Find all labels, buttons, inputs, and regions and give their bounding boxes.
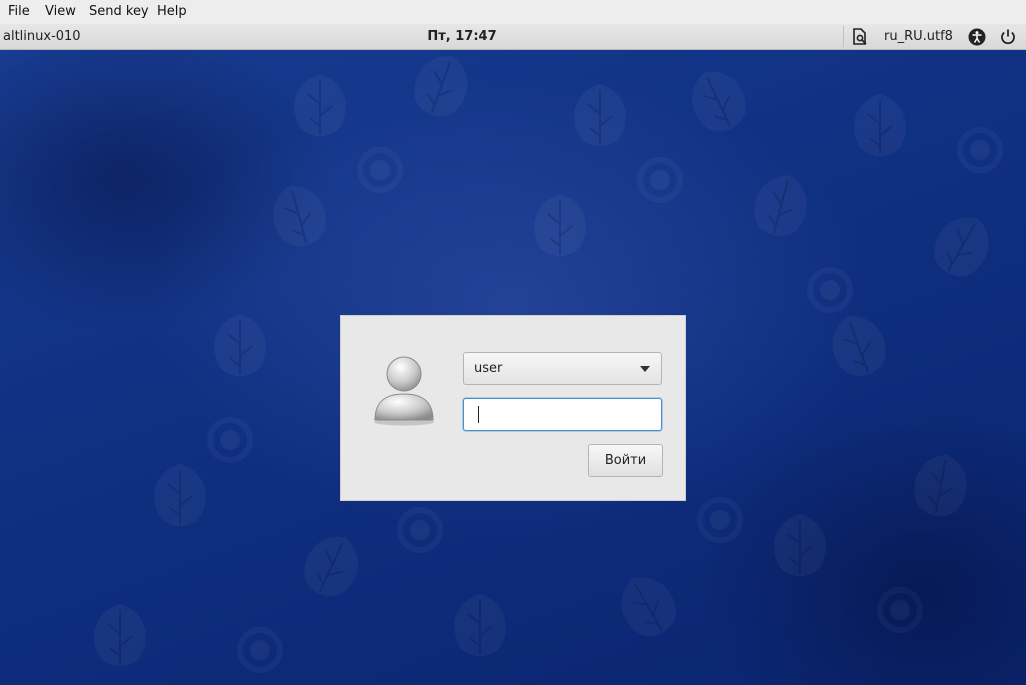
selected-user-label: user xyxy=(474,361,503,376)
desktop-background: user Войти xyxy=(0,50,1026,685)
accessibility-icon[interactable] xyxy=(968,28,986,46)
login-button[interactable]: Войти xyxy=(588,444,663,477)
tray-divider xyxy=(843,26,844,47)
locale-selector[interactable]: ru_RU.utf8 xyxy=(884,24,953,49)
clock-label[interactable]: Пт, 17:47 xyxy=(0,24,924,49)
top-panel: altlinux-010 Пт, 17:47 ru_RU.utf8 xyxy=(0,24,1026,50)
keyboard-layout-icon[interactable] xyxy=(851,28,869,46)
menu-bar: File View Send key Help xyxy=(0,0,1026,25)
menu-send-key[interactable]: Send key xyxy=(89,0,149,24)
power-icon[interactable] xyxy=(999,28,1017,46)
login-dialog: user Войти xyxy=(340,315,686,501)
menu-view[interactable]: View xyxy=(45,0,76,24)
user-select-dropdown[interactable]: user xyxy=(463,352,662,385)
menu-help[interactable]: Help xyxy=(157,0,187,24)
text-cursor xyxy=(478,406,479,423)
password-field[interactable] xyxy=(463,398,662,431)
user-avatar-icon xyxy=(371,352,437,426)
chevron-down-icon xyxy=(640,366,650,372)
menu-file[interactable]: File xyxy=(8,0,30,24)
